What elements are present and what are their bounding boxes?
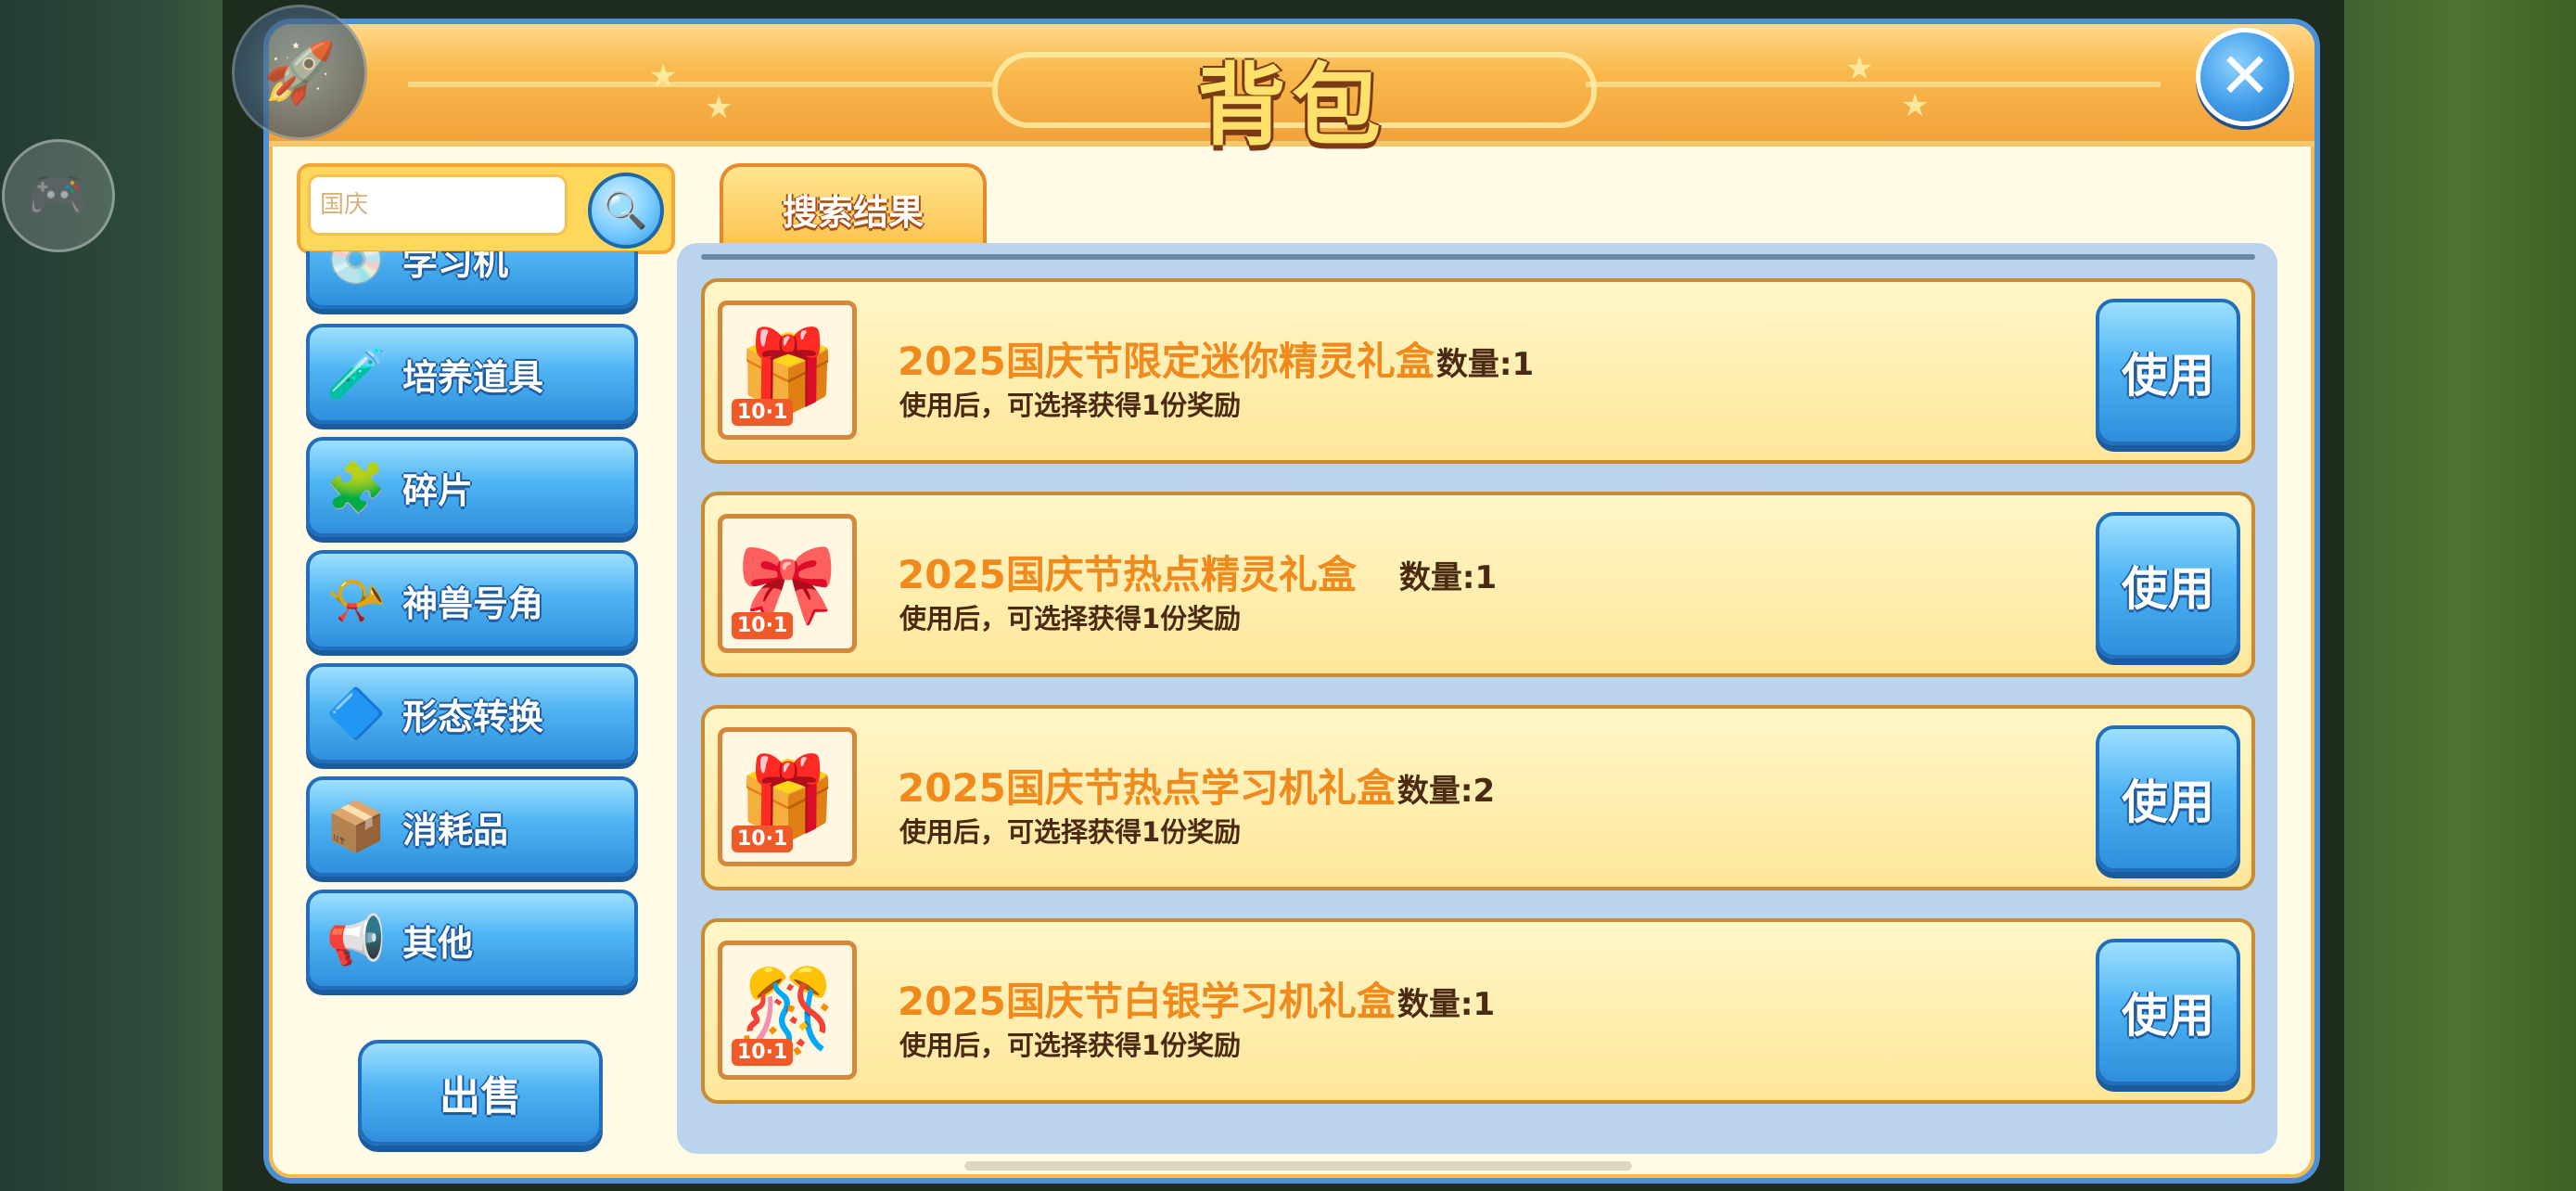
item-description: 使用后，可选择获得1份奖励: [899, 390, 1242, 421]
box-icon: 📦: [325, 799, 387, 855]
item-list: 🎁 10·1 2025国庆节限定迷你精灵礼盒数量:1 使用后，可选择获得1份奖励…: [701, 254, 2255, 1141]
gift-box-icon: 🎁 10·1: [718, 301, 857, 440]
category-list: 💿 学习机 🧪 培养道具 🧩 碎片 📯 神兽号角 🔷 形态转换 📦 消耗品 📢 …: [306, 251, 640, 1021]
gift-box-icon: 🎊 10·1: [718, 941, 857, 1080]
gamepad-button[interactable]: 🎮: [2, 139, 115, 252]
gamepad-icon: 🎮: [27, 166, 90, 224]
category-label: 培养道具: [402, 356, 544, 398]
item-quantity: 数量:1: [1435, 346, 1535, 383]
list-divider: [701, 254, 2255, 260]
item-quantity: 数量:1: [1398, 559, 1498, 596]
tab-search-results[interactable]: 搜索结果: [720, 163, 987, 250]
list-item: 🎀 10·1 2025国庆节热点精灵礼盒 数量:1 使用后，可选择获得1份奖励 使…: [701, 492, 2255, 677]
category-label: 碎片: [402, 469, 474, 511]
panel-title: 背包: [1197, 54, 1386, 158]
category-label: 其他: [402, 922, 474, 964]
sell-button[interactable]: 出售: [358, 1040, 603, 1146]
megaphone-icon: 📢: [325, 912, 387, 968]
item-name: 2025国庆节限定迷你精灵礼盒数量:1: [898, 339, 1535, 384]
item-quantity: 数量:1: [1396, 986, 1496, 1023]
close-button[interactable]: ✕: [2196, 28, 2294, 126]
category-form-change[interactable]: 🔷 形态转换: [306, 663, 638, 763]
background-right: [2344, 0, 2576, 1191]
category-beast-horn[interactable]: 📯 神兽号角: [306, 550, 638, 650]
category-training-items[interactable]: 🧪 培养道具: [306, 324, 638, 424]
list-item: 🎁 10·1 2025国庆节热点学习机礼盒数量:2 使用后，可选择获得1份奖励 …: [701, 705, 2255, 890]
gift-box-icon: 🎀 10·1: [718, 514, 857, 653]
category-study-machine[interactable]: 💿 学习机: [306, 251, 638, 309]
use-button[interactable]: 使用: [2096, 939, 2240, 1085]
item-name: 2025国庆节热点学习机礼盒数量:2: [898, 765, 1496, 811]
list-item: 🎊 10·1 2025国庆节白银学习机礼盒数量:1 使用后，可选择获得1份奖励 …: [701, 918, 2255, 1104]
item-name: 2025国庆节热点精灵礼盒 数量:1: [898, 552, 1498, 597]
search-bar: 🔍: [297, 163, 675, 254]
category-other[interactable]: 📢 其他: [306, 890, 638, 990]
item-quantity: 数量:2: [1396, 773, 1496, 810]
search-button[interactable]: 🔍: [588, 173, 664, 249]
crystal-icon: 🔷: [325, 685, 387, 742]
category-label: 神兽号角: [402, 583, 544, 624]
category-label: 形态转换: [402, 696, 544, 737]
disc-icon: 💿: [325, 251, 387, 288]
use-button[interactable]: 使用: [2096, 512, 2240, 659]
item-list-frame: 🎁 10·1 2025国庆节限定迷你精灵礼盒数量:1 使用后，可选择获得1份奖励…: [677, 243, 2277, 1154]
category-consumables[interactable]: 📦 消耗品: [306, 776, 638, 877]
backpack-panel: ★ ★ ★ ★ 背包 ✕ 🔍 💿 学习机 🧪 培养道具 🧩 碎片 📯 神兽号角: [263, 19, 2320, 1184]
scroll-indicator[interactable]: [964, 1161, 1632, 1171]
category-label: 消耗品: [402, 809, 509, 851]
item-description: 使用后，可选择获得1份奖励: [899, 1030, 1242, 1061]
use-button[interactable]: 使用: [2096, 725, 2240, 872]
close-icon: ✕: [2218, 40, 2272, 113]
item-badge: 10·1: [732, 1039, 794, 1066]
gift-box-icon: 🎁 10·1: [718, 727, 857, 866]
rocket-button[interactable]: 🚀: [232, 5, 367, 140]
puzzle-piece-icon: 🧩: [325, 459, 387, 516]
category-fragments[interactable]: 🧩 碎片: [306, 437, 638, 537]
potion-icon: 🧪: [325, 346, 387, 403]
item-name: 2025国庆节白银学习机礼盒数量:1: [898, 979, 1496, 1024]
horn-icon: 📯: [325, 572, 387, 629]
item-badge: 10·1: [732, 826, 794, 852]
item-badge: 10·1: [732, 612, 794, 639]
magnifier-icon: 🔍: [604, 189, 648, 231]
category-label: 学习机: [402, 251, 509, 283]
use-button[interactable]: 使用: [2096, 299, 2240, 445]
item-description: 使用后，可选择获得1份奖励: [899, 816, 1242, 848]
rocket-icon: 🚀: [262, 38, 337, 108]
item-badge: 10·1: [732, 399, 794, 426]
search-input[interactable]: [308, 174, 567, 236]
item-description: 使用后，可选择获得1份奖励: [899, 603, 1242, 634]
panel-header: ★ ★ ★ ★ 背包 ✕: [269, 24, 2315, 158]
list-item: 🎁 10·1 2025国庆节限定迷你精灵礼盒数量:1 使用后，可选择获得1份奖励…: [701, 278, 2255, 464]
